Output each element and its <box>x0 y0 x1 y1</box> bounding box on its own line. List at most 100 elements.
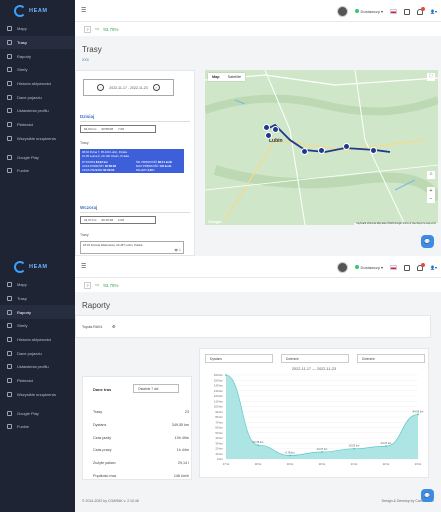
percent-value: 93.75% <box>103 282 119 288</box>
y-tick-label: 100 km <box>214 405 224 409</box>
vehicle-label[interactable]: Toyota RAV4 <box>82 325 102 329</box>
logo[interactable]: HEAM <box>0 256 75 278</box>
sidebar-item-strefy[interactable]: Strefy <box>0 63 75 77</box>
user-icon[interactable]: 👤▾ <box>430 265 437 270</box>
today-summary[interactable]: 84,93 km 00:58:08 7.08 <box>80 125 156 133</box>
flag-pl-icon[interactable] <box>390 9 397 14</box>
zone-icon <box>7 323 12 329</box>
vehicle-avatar[interactable] <box>336 262 348 273</box>
trip-card[interactable]: 18:33 Kolonia Walentowa, 20-457 Lubin, P… <box>80 241 184 254</box>
message-icon: ▭ <box>95 26 100 31</box>
vehicle-avatar[interactable] <box>336 6 348 17</box>
route-marker[interactable] <box>318 147 325 154</box>
chat-icon[interactable]: 💬 <box>421 235 434 248</box>
routes-panel: ‹ 2022-11-17 - 2022-11-23 › Dzisiaj 84,9… <box>75 70 195 256</box>
bell-icon[interactable] <box>417 6 425 15</box>
sidebar-item-vehicle[interactable]: Dane pojazdu <box>0 346 75 360</box>
next-arrow-icon[interactable]: › <box>152 84 160 91</box>
trip-end: 10:05 Leśna 6, 23-100 Chełm, Polska <box>82 154 129 158</box>
chat-icon[interactable]: 💬 <box>421 489 434 502</box>
menu-icon[interactable]: ☰ <box>81 263 86 270</box>
map-attribution[interactable]: Keyboard shortcuts Map data ©2022 Google… <box>354 223 438 225</box>
sidebar-item-profile[interactable]: Ustawienia profilu <box>0 104 75 118</box>
sidebar-item-trasy[interactable]: Trasy <box>0 292 75 306</box>
status-dot <box>354 265 359 269</box>
fullscreen-icon[interactable] <box>404 8 410 15</box>
gear-icon[interactable]: ⚙ <box>112 324 116 329</box>
sidebar-item-maps[interactable]: Mapy <box>0 278 75 292</box>
trip-card-selected[interactable]: 08:40 Polna 7, 05-100 Lubin, Polska 10:0… <box>80 149 184 173</box>
data-label: 13.37 km <box>317 447 328 451</box>
prev-arrow-icon[interactable]: ‹ <box>97 84 105 91</box>
sidebar-item-google-play[interactable]: Google Play <box>0 406 75 420</box>
stat-row: Zużyte paliwo 29,14 l <box>93 461 189 466</box>
stats-title: Dane tras <box>93 387 112 392</box>
stat-row: Czas jazdy 10h 49m <box>93 435 189 440</box>
metric-select[interactable]: Dystans <box>205 354 273 363</box>
wallet-icon <box>7 122 12 128</box>
data-point <box>257 444 259 447</box>
range-select[interactable]: Ostatnie 7 dni <box>133 384 179 393</box>
map-fullscreen-icon[interactable]: ⛶ <box>427 73 435 81</box>
car-icon <box>7 350 12 356</box>
y-tick-label: 40 km <box>215 436 223 440</box>
sidebar-item-devices[interactable]: Wszystkie urządzenia <box>0 388 75 402</box>
sidebar-item-profile[interactable]: Ustawienia profilu <box>0 360 75 374</box>
satellite-tab[interactable]: Satellite <box>224 73 246 81</box>
route-marker[interactable] <box>272 126 279 133</box>
period-select[interactable]: Dziennie <box>281 354 349 363</box>
sidebar-nav: Mapy Trasy Raporty Strefy Historia aktyw… <box>0 278 75 434</box>
sidebar-item-raporty[interactable]: Raporty <box>0 49 75 63</box>
flag-pl-icon[interactable] <box>390 265 397 270</box>
help-icon[interactable]: ? <box>84 281 91 289</box>
sidebar-item-payments[interactable]: Płatności <box>0 374 75 388</box>
route-marker[interactable] <box>265 132 272 139</box>
sidebar-item-google-play[interactable]: Google Play <box>0 150 75 164</box>
date-range-picker[interactable]: ‹ 2022-11-17 - 2022-11-23 › <box>83 79 174 96</box>
y-tick-label: 110 km <box>214 399 224 403</box>
topbar: ☰ Dostawczy ▾ 👤▾ <box>75 256 441 278</box>
sidebar-item-vehicle[interactable]: Dane pojazdu <box>0 90 75 104</box>
stat-row: Czas pracy 1h 44m <box>93 448 189 453</box>
date-range-text: 2022-11-17 - 2022-11-23 <box>109 85 148 90</box>
grouping-select[interactable]: Dziennie <box>357 354 425 363</box>
sidebar-item-payments[interactable]: Płatności <box>0 118 75 132</box>
bell-icon[interactable] <box>417 262 425 271</box>
route-marker[interactable] <box>343 143 350 150</box>
sidebar-item-devices[interactable]: Wszystkie urządzenia <box>0 132 75 146</box>
data-point <box>353 447 355 450</box>
y-tick-label: 70 km <box>215 420 223 424</box>
yesterday-summary[interactable]: 24,97 km 00:15:38 2.08 <box>80 216 156 224</box>
sidebar-item-funkie[interactable]: Funkie <box>0 164 75 178</box>
breadcrumb-link[interactable]: XXX <box>82 58 441 62</box>
eye-icon[interactable]: 👁 ⇩ <box>174 248 181 252</box>
y-tick-label: 60 km <box>215 426 223 430</box>
status-selector[interactable]: Dostawczy ▾ <box>354 9 383 14</box>
map-tab[interactable]: Map <box>208 73 224 81</box>
sidebar-item-maps[interactable]: Mapy <box>0 22 75 36</box>
sidebar-item-trasy[interactable]: Trasy <box>0 35 75 50</box>
logo[interactable]: HEAM <box>0 0 75 22</box>
fullscreen-icon[interactable] <box>404 264 410 271</box>
map[interactable]: Lubin Map Satellite ⛶ ☺ + − Google Keybo… <box>205 70 438 225</box>
message-icon: ▭ <box>95 282 100 287</box>
play-icon <box>7 154 12 160</box>
menu-icon[interactable]: ☰ <box>81 7 86 14</box>
status-selector[interactable]: Dostawczy ▾ <box>354 265 383 270</box>
route-marker[interactable] <box>370 147 377 154</box>
play-icon <box>7 410 12 416</box>
route-marker[interactable] <box>263 124 270 131</box>
sidebar-item-history[interactable]: Historia aktywności <box>0 333 75 347</box>
x-tick-label: 23 lis <box>415 462 422 466</box>
sidebar-item-strefy[interactable]: Strefy <box>0 319 75 333</box>
sidebar-item-funkie[interactable]: Funkie <box>0 420 75 434</box>
pegman-icon[interactable]: ☺ <box>427 171 435 179</box>
zoom-out-icon[interactable]: − <box>427 195 435 203</box>
sidebar-item-history[interactable]: Historia aktywności <box>0 77 75 91</box>
zoom-in-icon[interactable]: + <box>427 187 435 195</box>
route-marker[interactable] <box>301 148 308 155</box>
car-icon <box>7 94 12 100</box>
sidebar-item-raporty[interactable]: Raporty <box>0 305 75 320</box>
user-icon[interactable]: 👤▾ <box>430 9 437 14</box>
help-icon[interactable]: ? <box>84 25 91 33</box>
